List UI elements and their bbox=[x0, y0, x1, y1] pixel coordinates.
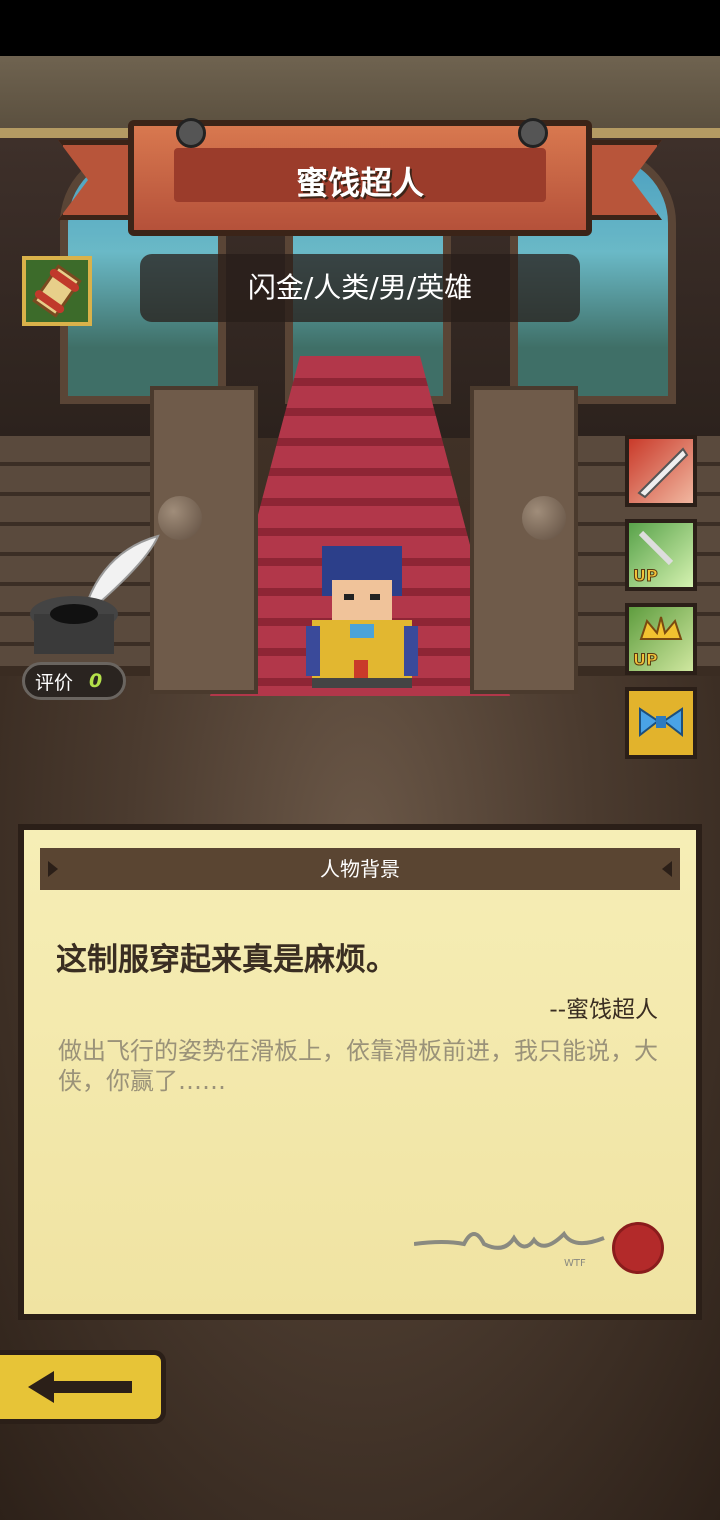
character-tags: 闪金/人类/男/英雄 bbox=[140, 254, 580, 322]
arrow-left-icon bbox=[27, 1371, 132, 1403]
quote-author: --蜜饯超人 bbox=[549, 997, 658, 1023]
scroll-icon bbox=[32, 264, 82, 318]
panel-header: 人物背景 bbox=[40, 848, 680, 890]
hero-sprite bbox=[306, 546, 418, 688]
panel-title: 人物背景 bbox=[320, 857, 400, 881]
rating-label: 评价 bbox=[35, 671, 74, 694]
status-bar bbox=[0, 0, 720, 56]
ink-quill-icon bbox=[30, 534, 160, 654]
character-description: 做出飞行的姿势在滑板上，依靠滑板前进，我只能说，大侠，你赢了…… bbox=[58, 1037, 658, 1095]
sword-up-skill-icon[interactable]: UP bbox=[625, 519, 697, 591]
svg-text:UP: UP bbox=[633, 650, 658, 669]
wax-seal-icon bbox=[612, 1222, 664, 1274]
signature-icon: WTF bbox=[414, 1230, 605, 1269]
svg-text:UP: UP bbox=[633, 566, 658, 585]
back-button[interactable] bbox=[0, 1350, 166, 1424]
paper: 人物背景 这制服穿起来真是麻烦。 --蜜饯超人 做出飞行的姿势在滑板上，依靠滑板… bbox=[24, 830, 696, 1314]
character-quote: 这制服穿起来真是麻烦。 bbox=[56, 942, 397, 978]
rail-ornament bbox=[522, 496, 566, 540]
scroll-button[interactable] bbox=[22, 256, 92, 326]
crown-up-skill-icon[interactable]: UP bbox=[625, 603, 697, 675]
rivet-icon bbox=[518, 118, 548, 148]
rating-value: 0 bbox=[89, 670, 103, 692]
character-name: 蜜饯超人 bbox=[295, 164, 424, 202]
svg-text:WTF: WTF bbox=[564, 1258, 586, 1269]
slash-skill-icon[interactable] bbox=[625, 435, 697, 507]
rivet-icon bbox=[176, 118, 206, 148]
background-story-panel: 人物背景 这制服穿起来真是麻烦。 --蜜饯超人 做出飞行的姿势在滑板上，依靠滑板… bbox=[18, 824, 702, 1320]
bowtie-item-icon[interactable] bbox=[625, 687, 697, 759]
rating-badge: 评价 0 bbox=[22, 662, 126, 700]
stair-rail bbox=[470, 386, 578, 694]
arrow-left-icon bbox=[662, 861, 672, 877]
